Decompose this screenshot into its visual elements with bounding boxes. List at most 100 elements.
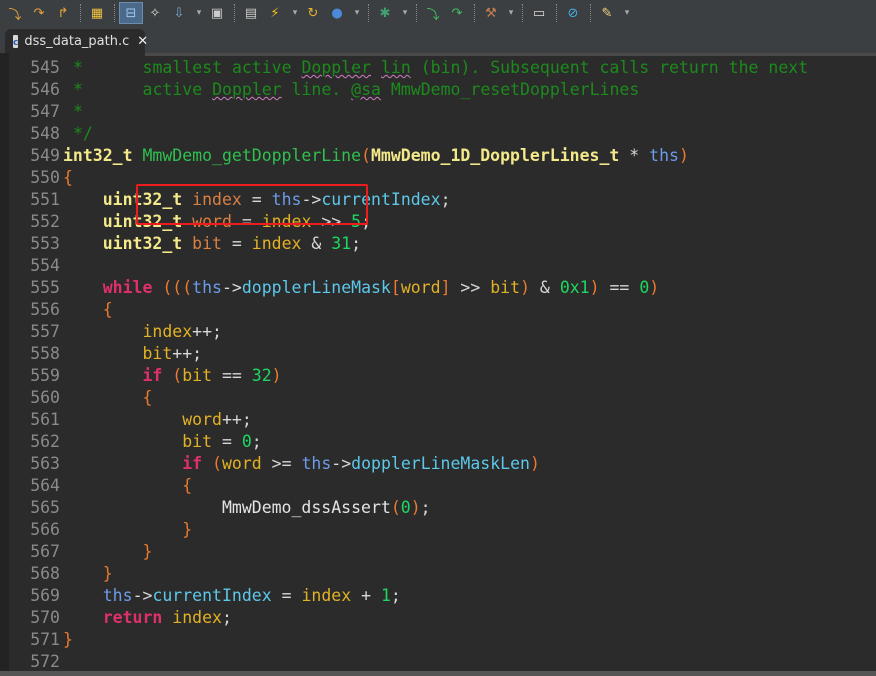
code-token: * smallest active bbox=[73, 58, 302, 77]
dropdown-arrow-icon[interactable]: ▾ bbox=[398, 8, 412, 18]
line-number: 567 bbox=[30, 542, 60, 561]
code-token: bit bbox=[142, 344, 173, 363]
code-token: ; bbox=[351, 234, 362, 253]
code-text: if (bit == 32) bbox=[63, 365, 281, 387]
step-return-icon[interactable]: ↱ bbox=[52, 3, 74, 23]
code-text: if (word >= ths->dopplerLineMaskLen) bbox=[63, 453, 540, 475]
code-line: 558 bit++; bbox=[0, 343, 202, 365]
code-line: 572 bbox=[0, 651, 60, 673]
code-token: currentIndex bbox=[152, 586, 272, 605]
code-line: 569 ths->currentIndex = index + 1; bbox=[0, 585, 401, 607]
code-text: } bbox=[63, 541, 152, 563]
line-number: 565 bbox=[30, 498, 60, 517]
toolbar-separator bbox=[234, 4, 236, 22]
code-text: } bbox=[63, 629, 73, 651]
dropdown-arrow-icon[interactable]: ▾ bbox=[192, 8, 206, 18]
line-number: 563 bbox=[30, 454, 60, 473]
line-number: 555 bbox=[30, 278, 60, 297]
code-line: 545 * smallest active Doppler lin (bin). … bbox=[0, 57, 808, 79]
code-token: 0x1 bbox=[559, 278, 590, 297]
code-lines: 545 * smallest active Doppler lin (bin). … bbox=[0, 57, 808, 673]
code-token: ( bbox=[390, 498, 401, 517]
dropdown-arrow-icon[interactable]: ▾ bbox=[350, 8, 364, 18]
code-token: MmwDemo_resetDopplerLines bbox=[380, 80, 640, 99]
code-text: * active Doppler line. @sa MmwDemo_reset… bbox=[73, 79, 639, 101]
code-token: lin bbox=[380, 58, 411, 77]
debug-bug-icon[interactable]: ✱ bbox=[374, 3, 396, 23]
code-token: * active bbox=[73, 80, 213, 99]
step-over-icon[interactable]: ↷ bbox=[28, 3, 50, 23]
tab-dss-data-path[interactable]: c dss_data_path.c ✕ bbox=[5, 29, 148, 54]
code-token: & bbox=[530, 278, 560, 297]
wand-icon[interactable]: ✧ bbox=[144, 3, 166, 23]
dropdown-arrow-icon[interactable]: ▾ bbox=[288, 8, 302, 18]
code-line: 556 { bbox=[0, 299, 113, 321]
code-token: if bbox=[142, 366, 163, 385]
code-token: dopplerLineMaskLen bbox=[351, 454, 530, 473]
toolbar-separator bbox=[474, 4, 476, 22]
memory-icon[interactable]: ▣ bbox=[206, 3, 228, 23]
code-token: ) bbox=[520, 278, 530, 297]
search-icon[interactable]: ⊘ bbox=[562, 3, 584, 23]
load-program-icon[interactable]: ⇩ bbox=[168, 3, 190, 23]
line-number: 553 bbox=[30, 234, 60, 253]
grid-icon[interactable]: ▦ bbox=[86, 3, 108, 23]
restart-icon[interactable]: ↻ bbox=[302, 3, 324, 23]
code-token: = bbox=[271, 586, 302, 605]
code-token: { bbox=[63, 168, 73, 187]
asm-step-into-icon[interactable]: ⤵ bbox=[422, 3, 444, 23]
code-line: 554 bbox=[0, 255, 60, 277]
code-token: bit bbox=[192, 234, 222, 253]
code-token: bit bbox=[182, 366, 213, 385]
code-token: index bbox=[251, 234, 302, 253]
code-line: 568 } bbox=[0, 563, 113, 585]
code-token: ths bbox=[192, 278, 222, 297]
code-editor[interactable]: 545 * smallest active Doppler lin (bin). … bbox=[0, 53, 876, 676]
code-token: int32_t bbox=[63, 146, 133, 165]
code-text: { bbox=[63, 387, 152, 409]
dropdown-arrow-icon[interactable]: ▾ bbox=[620, 8, 634, 18]
asm-step-over-icon[interactable]: ↷ bbox=[446, 3, 468, 23]
step-into-icon[interactable]: ⤵ bbox=[4, 3, 26, 23]
toolbar-separator bbox=[556, 4, 558, 22]
toolbar-separator bbox=[114, 4, 116, 22]
code-token: word bbox=[400, 278, 441, 297]
line-number: 560 bbox=[30, 388, 60, 407]
toolbar-separator bbox=[416, 4, 418, 22]
code-token: ++; bbox=[192, 322, 222, 341]
pencil-icon[interactable]: ✎ bbox=[596, 3, 618, 23]
code-token: } bbox=[102, 564, 113, 583]
code-token: index bbox=[301, 586, 352, 605]
code-text: ths->currentIndex = index + 1; bbox=[63, 585, 401, 607]
code-token: >> bbox=[450, 278, 491, 297]
horizontal-scrollbar[interactable] bbox=[0, 671, 876, 676]
line-number: 548 bbox=[30, 124, 60, 143]
build-hammer-icon[interactable]: ⚒ bbox=[480, 3, 502, 23]
code-token: { bbox=[142, 388, 153, 407]
connect-target-icon[interactable]: ⊟ bbox=[119, 2, 143, 24]
dropdown-arrow-icon[interactable]: ▾ bbox=[504, 8, 518, 18]
code-text: uint32_t bit = index & 31; bbox=[63, 233, 361, 255]
code-token: -> bbox=[331, 454, 352, 473]
tab-label: dss_data_path.c bbox=[24, 34, 130, 49]
code-token: MmwDemo_dssAssert bbox=[221, 498, 391, 517]
code-token: return bbox=[102, 608, 163, 627]
code-token: ((( bbox=[162, 278, 193, 297]
code-token: { bbox=[182, 476, 193, 495]
registers-icon[interactable]: ▤ bbox=[240, 3, 262, 23]
code-token: + bbox=[351, 586, 381, 605]
console-icon[interactable]: ▭ bbox=[528, 3, 550, 23]
code-token: 0 bbox=[241, 432, 252, 451]
add-watch-icon[interactable]: ● bbox=[326, 3, 348, 23]
code-token: ) bbox=[589, 278, 600, 297]
close-tab-icon[interactable]: ✕ bbox=[137, 34, 148, 49]
flash-icon[interactable]: ⚡ bbox=[264, 3, 286, 23]
code-token: word bbox=[221, 454, 262, 473]
code-token: -> bbox=[221, 278, 242, 297]
